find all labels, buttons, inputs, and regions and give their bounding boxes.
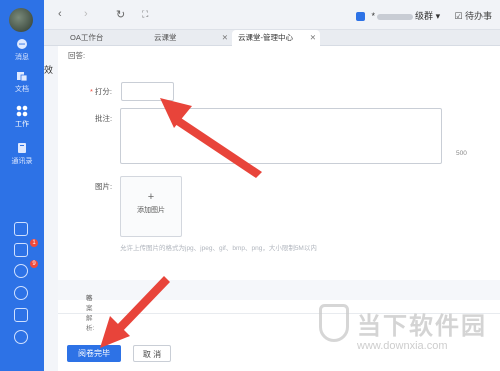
fullscreen-icon[interactable]: ⛶ — [142, 9, 148, 20]
forward-arrow-icon[interactable]: › — [84, 8, 88, 20]
answer-label: 回答: — [68, 51, 86, 60]
image-label: 图片: — [95, 182, 113, 191]
todo-check-icon: ☑ — [454, 11, 463, 21]
analysis-value: 略 — [86, 295, 93, 302]
phone-icon[interactable] — [14, 286, 28, 300]
watermark: 当下软件园 www.downxia.com — [313, 300, 500, 371]
app-rail: 消息 文档 工作 通讯录 1 9 — [0, 0, 44, 371]
rail-item-docs[interactable]: 文档 — [0, 70, 44, 94]
top-bar: ‹ › ↻ ⛶ * 级群 ▾ ☑ 待办事 — [44, 0, 500, 30]
rail-item-messages[interactable]: 消息 — [0, 38, 44, 62]
avatar[interactable] — [9, 8, 33, 32]
required-mark: * — [90, 87, 93, 96]
chat-icon — [17, 39, 27, 49]
remark-char-count: 500 — [456, 150, 467, 157]
remark-label: 批注: — [95, 114, 113, 123]
tab-management-center[interactable]: 云课堂-管理中心 ✕ — [232, 30, 320, 46]
tab-label: OA工作台 — [70, 33, 104, 42]
chevron-down-icon: ▾ — [435, 11, 441, 21]
title-suffix: 级群 — [415, 11, 434, 21]
notification-badge: 9 — [30, 260, 38, 268]
contacts-icon — [18, 143, 26, 153]
rail-item-label: 消息 — [15, 54, 29, 61]
add-image-label: 添加图片 — [137, 207, 165, 214]
add-image-button[interactable]: + 添加图片 — [120, 176, 182, 237]
group-icon — [356, 12, 365, 22]
remark-textarea[interactable] — [120, 108, 442, 164]
score-input[interactable] — [121, 82, 174, 101]
sidebar-edge — [44, 46, 58, 371]
cancel-button[interactable]: 取 消 — [133, 345, 171, 362]
apps-icon — [16, 105, 28, 117]
rail-item-label: 通讯录 — [11, 158, 33, 165]
folder-icon — [17, 72, 28, 82]
redacted-name — [377, 13, 414, 20]
cut-off-text: 效 — [44, 65, 54, 75]
watermark-title: 当下软件园 — [357, 313, 487, 340]
upload-hint: 允许上传图片的格式为jpg、jpeg、gif、bmp、png，大小限制5M以内 — [120, 245, 317, 252]
close-icon[interactable]: ✕ — [310, 30, 316, 46]
notification-badge: 1 — [30, 239, 38, 247]
refresh-icon[interactable]: ↻ — [116, 8, 125, 21]
task-check-icon[interactable] — [14, 243, 28, 257]
score-label-text: 打分: — [94, 87, 113, 96]
rail-item-label: 工作 — [15, 121, 29, 128]
tab-label: 云课堂-管理中心 — [238, 33, 293, 42]
mail-icon[interactable] — [14, 308, 28, 322]
title-prefix: * — [371, 11, 376, 21]
watermark-url: www.downxia.com — [357, 340, 448, 352]
close-icon[interactable]: ✕ — [222, 30, 228, 46]
plus-icon: + — [147, 191, 155, 203]
finish-grading-button[interactable]: 阅卷完毕 — [67, 345, 121, 362]
calendar-icon[interactable] — [14, 222, 28, 236]
rail-item-label: 文档 — [15, 86, 29, 93]
tab-cloud-class[interactable]: 云课堂 ✕ — [148, 30, 232, 46]
tab-strip: OA工作台 云课堂 ✕ 云课堂-管理中心 ✕ — [44, 30, 500, 46]
back-arrow-icon[interactable]: ‹ — [58, 8, 62, 20]
tab-label: 云课堂 — [154, 33, 177, 42]
score-label: * 打分: — [90, 86, 112, 97]
rail-item-contacts[interactable]: 通讯录 — [0, 142, 44, 166]
rail-item-work[interactable]: 工作 — [0, 105, 44, 129]
todo-button[interactable]: ☑ 待办事 — [454, 9, 492, 22]
todo-label: 待办事 — [464, 11, 492, 21]
star-icon[interactable] — [14, 264, 28, 278]
answer-analysis: 答案解析: 略 — [58, 280, 500, 332]
tab-oa-workbench[interactable]: OA工作台 — [64, 30, 154, 46]
settings-icon[interactable] — [14, 330, 28, 344]
window-title[interactable]: * 级群 ▾ — [356, 9, 440, 22]
watermark-logo-icon — [319, 304, 349, 342]
